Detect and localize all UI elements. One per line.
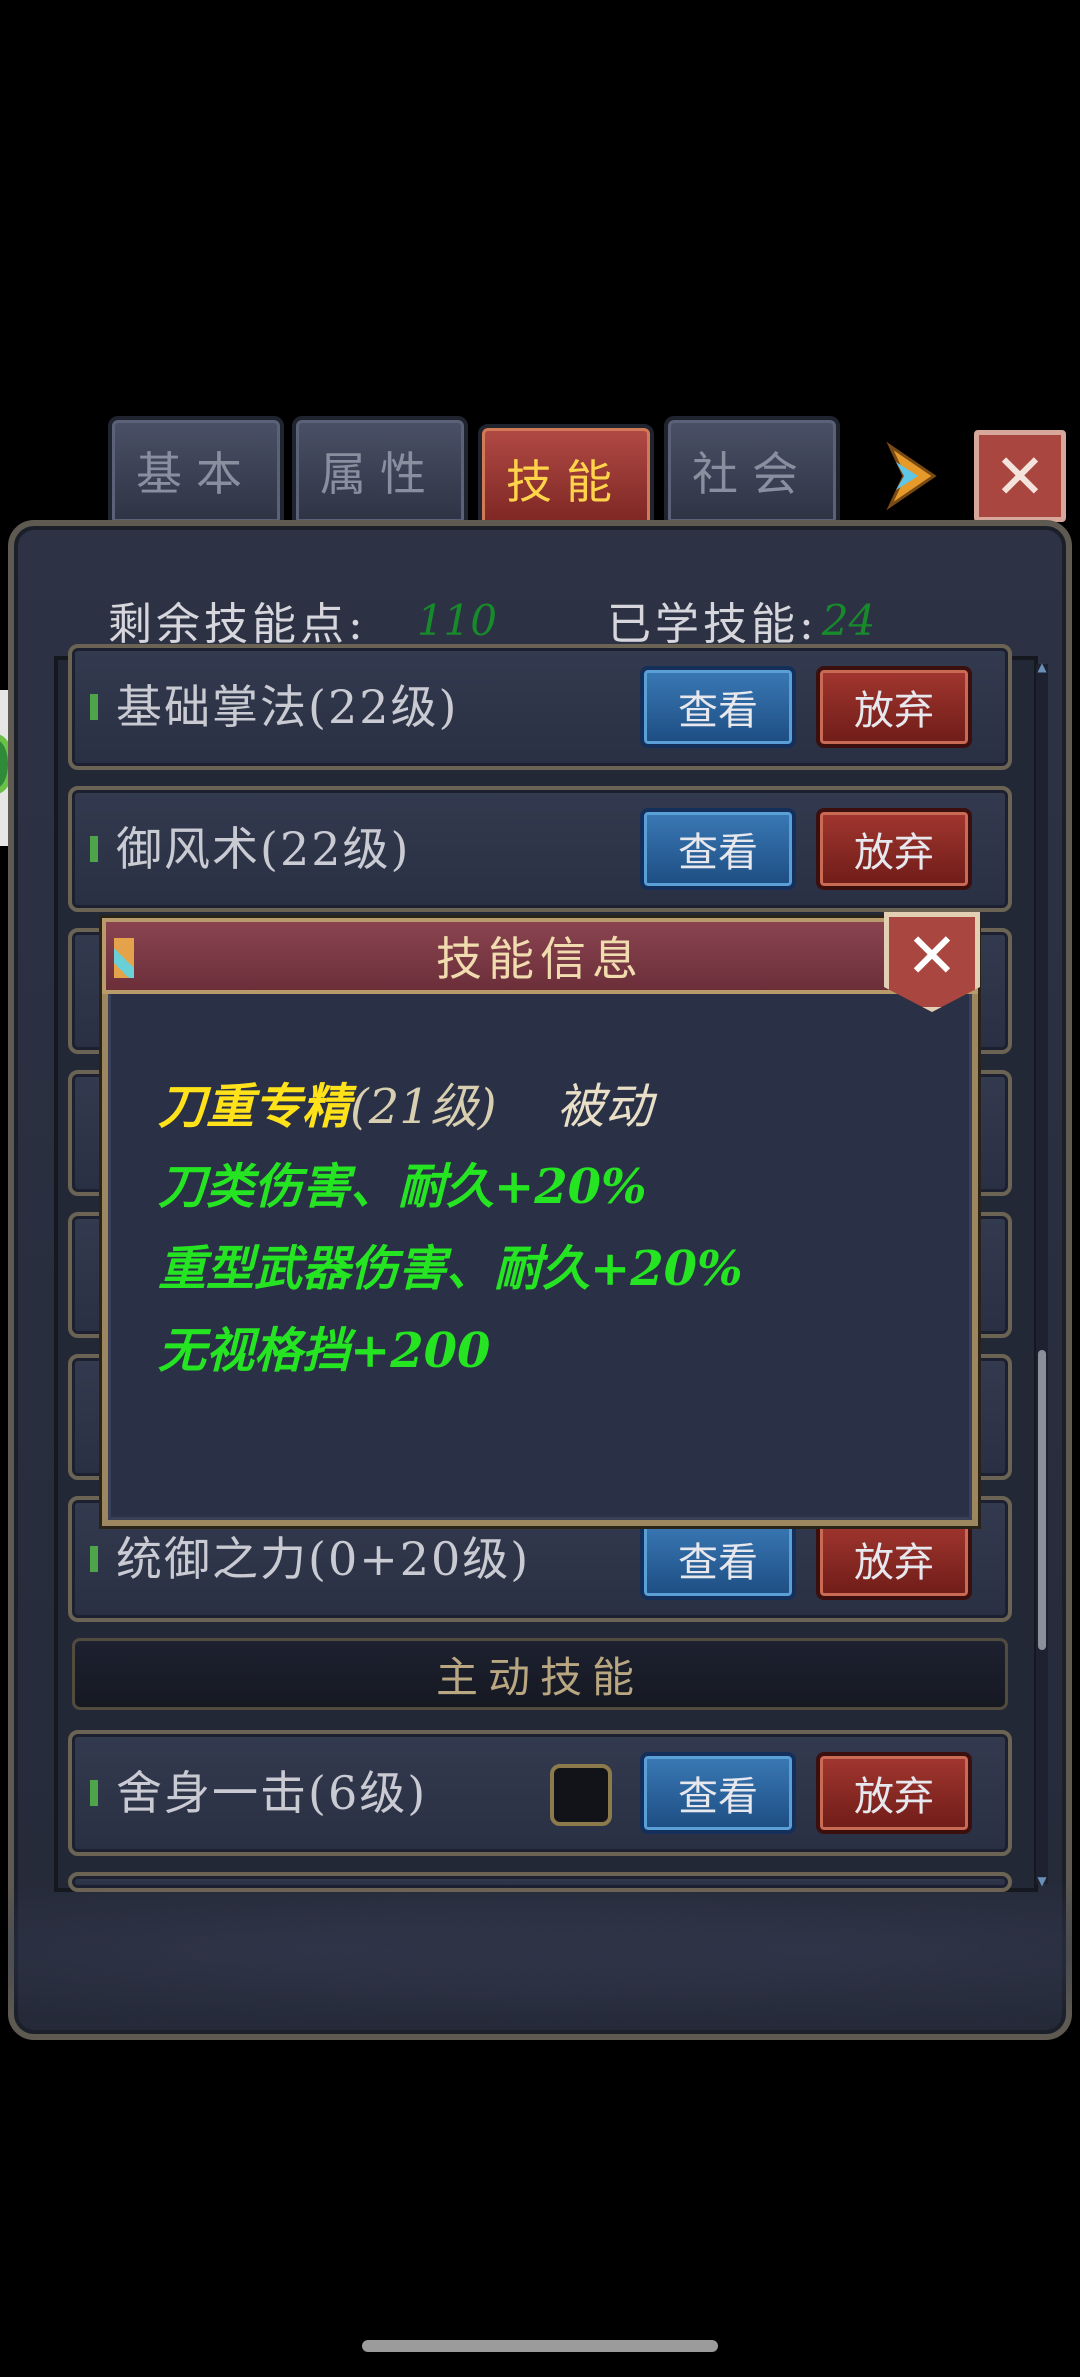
skill-summary: 剩余技能点: 110 已学技能: 24 <box>108 590 876 651</box>
dialog-title: 技能信息 <box>436 932 644 986</box>
skill-row: 舍身一击(6级) 查看 放弃 <box>68 1730 1012 1856</box>
view-button[interactable]: 查看 <box>640 1518 796 1600</box>
scrollbar-track[interactable] <box>1036 664 1048 1884</box>
scroll-up-icon[interactable]: ▲ <box>1036 660 1048 674</box>
dialog-title-bar: 技能信息 <box>102 918 978 994</box>
remaining-points-label: 剩余技能点: <box>108 599 367 650</box>
title-ornament-icon <box>114 938 134 978</box>
learned-skills-label: 已学技能: <box>607 599 818 650</box>
skill-level: (21级) <box>350 1079 497 1135</box>
skill-row: 御风术(22级) 查看 放弃 <box>68 786 1012 912</box>
skill-name: 统御之力(0+20级) <box>116 1532 531 1586</box>
tab-basic[interactable]: 基本 <box>108 416 284 526</box>
remaining-points-value: 110 <box>416 595 497 645</box>
abandon-button[interactable]: 放弃 <box>816 1518 972 1600</box>
row-marker-icon <box>90 1546 98 1572</box>
skill-info-dialog <box>102 918 978 1526</box>
tab-label: 技能 <box>506 455 626 509</box>
skill-type: 被动 <box>556 1079 653 1135</box>
view-button[interactable]: 查看 <box>640 666 796 748</box>
tab-attributes[interactable]: 属性 <box>292 416 468 526</box>
skill-name: 基础掌法(22级) <box>116 680 459 734</box>
screen: 基本 属性 技能 社会 ✕ 剩余技能点: 110 已学技能: 24 ▲ ▼ 基础… <box>0 0 1080 2377</box>
tab-skills[interactable]: 技能 <box>478 424 654 534</box>
abandon-button[interactable]: 放弃 <box>816 808 972 890</box>
effect-line: 重型武器伤害、耐久+20% <box>158 1241 743 1297</box>
view-button[interactable]: 查看 <box>640 1752 796 1834</box>
skill-name: 御风术(22级) <box>116 822 411 876</box>
skill-name: 舍身一击(6级) <box>116 1766 428 1820</box>
abandon-button[interactable]: 放弃 <box>816 666 972 748</box>
scroll-down-icon[interactable]: ▼ <box>1036 1874 1048 1888</box>
next-tab-arrow-icon[interactable] <box>884 440 940 512</box>
row-marker-icon <box>90 694 98 720</box>
view-button[interactable]: 查看 <box>640 808 796 890</box>
tab-label: 社会 <box>692 447 812 501</box>
close-icon[interactable]: ✕ <box>974 430 1066 522</box>
scrollbar-thumb[interactable] <box>1038 1350 1046 1650</box>
skill-title: 刀重专精 <box>158 1079 351 1135</box>
section-header-active-skills: 主动技能 <box>72 1638 1008 1710</box>
skill-row: 基础掌法(22级) 查看 放弃 <box>68 644 1012 770</box>
effect-line: 刀类伤害、耐久+20% <box>158 1159 647 1215</box>
row-marker-icon <box>90 836 98 862</box>
tab-social[interactable]: 社会 <box>664 416 840 526</box>
skill-header-line: 刀重专精(21级) 被动 <box>158 1072 653 1142</box>
learned-skills-value: 24 <box>821 595 876 645</box>
row-marker-icon <box>90 1780 98 1806</box>
effect-line: 无视格挡+200 <box>158 1323 491 1379</box>
tab-label: 基本 <box>136 447 256 501</box>
skill-toggle-checkbox[interactable] <box>550 1764 612 1826</box>
tab-label: 属性 <box>320 447 440 501</box>
abandon-button[interactable]: 放弃 <box>816 1752 972 1834</box>
skill-row-partial <box>68 1872 1012 1892</box>
home-indicator[interactable] <box>362 2340 718 2352</box>
